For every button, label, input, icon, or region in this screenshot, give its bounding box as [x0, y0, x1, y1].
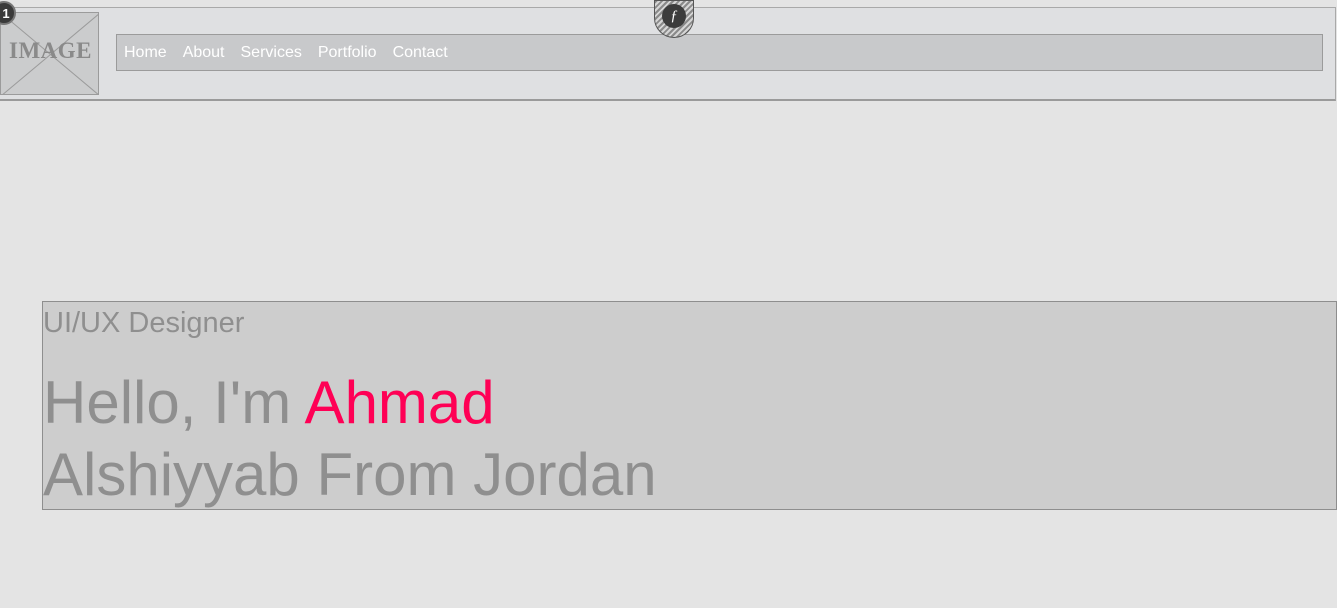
nav-item-contact[interactable]: Contact [393, 44, 448, 62]
nav-item-portfolio[interactable]: Portfolio [318, 44, 377, 62]
hero-greeting: Hello, I'm [43, 369, 292, 436]
hero-heading-line2: Alshiyyab From Jordan [43, 441, 657, 508]
hero-heading: Hello, I'm Ahmad Alshiyyab From Jordan [43, 367, 657, 511]
main-navigation: Home About Services Portfolio Contact [116, 34, 1323, 71]
hero-section: UI/UX Designer Hello, I'm Ahmad Alshiyya… [42, 301, 1337, 510]
nav-item-about[interactable]: About [183, 44, 225, 62]
hero-role-subtitle: UI/UX Designer [43, 307, 245, 339]
logo-placeholder-text: IMAGE [9, 38, 92, 63]
nav-item-services[interactable]: Services [241, 44, 302, 62]
function-icon: ƒ [662, 4, 686, 28]
hero-first-name: Ahmad [304, 369, 495, 436]
nav-item-home[interactable]: Home [124, 44, 167, 62]
logo-image-placeholder[interactable]: IMAGE [0, 12, 99, 95]
